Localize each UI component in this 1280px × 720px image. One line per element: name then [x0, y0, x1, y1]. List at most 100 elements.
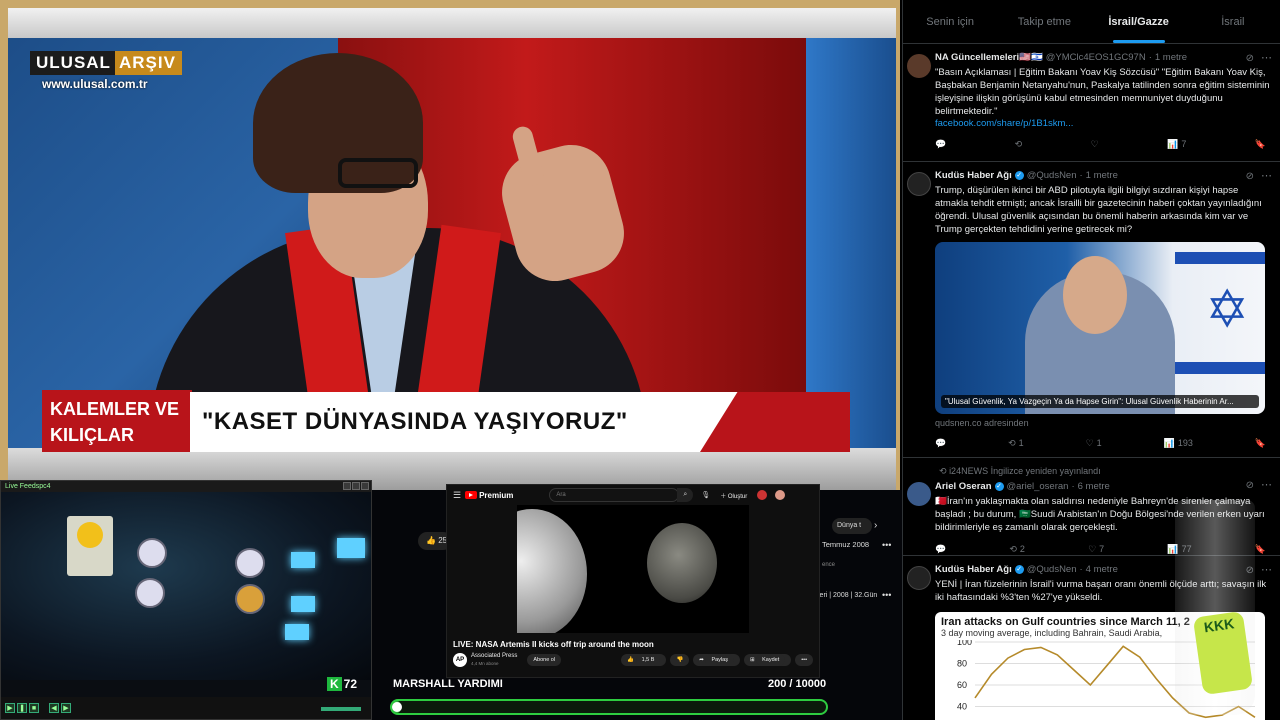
stop-icon[interactable]: ■ — [29, 703, 39, 713]
like-button[interactable]: ♡ — [1091, 139, 1099, 150]
dislike-button[interactable]: 👎 — [670, 654, 690, 666]
views-button[interactable]: 📊 193 — [1164, 438, 1193, 449]
more-options-icon[interactable]: ••• — [882, 540, 891, 550]
share-button[interactable]: ➦ Paylaş — [693, 654, 740, 666]
tweet-header: Ariel Oseran ✓ @ariel_oseran · 6 metre — [935, 481, 1270, 492]
mission-patch — [235, 548, 265, 578]
bookmark-button[interactable]: 🔖 — [1255, 139, 1266, 150]
video-title: LIVE: NASA Artemis II kicks off trip aro… — [453, 640, 654, 649]
like-count: 7 — [1099, 544, 1105, 554]
background-chip[interactable]: Dünya t — [832, 518, 872, 534]
account-avatar[interactable] — [775, 490, 786, 500]
minimize-icon[interactable] — [343, 482, 351, 490]
tweet-time[interactable]: 1 metre — [1155, 52, 1187, 63]
volume-slider[interactable] — [321, 707, 361, 711]
reply-button[interactable]: 💬 — [935, 544, 946, 555]
maximize-icon[interactable] — [352, 482, 360, 490]
avatar[interactable] — [907, 54, 931, 78]
search-icon[interactable]: ⌕ — [677, 488, 694, 502]
tweet-time[interactable]: 6 metre — [1078, 481, 1110, 492]
subscribe-button[interactable]: Abone ol — [527, 654, 562, 666]
views-count: 193 — [1177, 438, 1193, 448]
more-options-icon[interactable]: ⋯ — [1261, 51, 1272, 64]
tweet[interactable]: NA Güncellemeleri🇺🇸🇮🇱 @YMClc4EOS1GC97N ·… — [903, 44, 1280, 162]
tab-following[interactable]: Takip etme — [997, 0, 1091, 43]
retweet-button[interactable]: ⟲ 2 — [1009, 544, 1025, 555]
tweet-author-name[interactable]: NA Güncellemeleri🇺🇸🇮🇱 — [935, 52, 1043, 63]
grok-icon[interactable]: ⊘ — [1246, 171, 1254, 182]
media-source[interactable]: qudsnen.co adresinden — [935, 418, 1270, 428]
notifications-bell-icon[interactable] — [757, 490, 768, 500]
like-button[interactable]: ♡ 7 — [1088, 544, 1104, 555]
chevron-right-icon[interactable]: › — [874, 520, 877, 531]
goal-progress-marker — [392, 702, 402, 712]
monitor-screen — [291, 596, 315, 612]
tweet-header: NA Güncellemeleri🇺🇸🇮🇱 @YMClc4EOS1GC97N ·… — [935, 52, 1270, 63]
tweet-author-name[interactable]: Kudüs Haber Ağı — [935, 564, 1012, 575]
tweet-media-card[interactable]: ✡ "Ulusal Güvenlik, Ya Vazgeçin Ya da Ha… — [935, 242, 1265, 414]
tweet-author-name[interactable]: Ariel Oseran — [935, 481, 992, 492]
youtube-video-player[interactable] — [517, 505, 749, 633]
retweet-note-text[interactable]: i24NEWS İngilizce yeniden yayınlandı — [949, 466, 1101, 476]
tweet-author-handle[interactable]: @ariel_oseran — [1007, 481, 1069, 492]
close-icon[interactable] — [361, 482, 369, 490]
tweet-time-separator: · — [1079, 564, 1083, 575]
tweet-author-handle[interactable]: @QudsNen — [1027, 564, 1077, 575]
youtube-logo[interactable]: Premium — [465, 491, 513, 500]
tab-israel[interactable]: İsrail — [1186, 0, 1280, 43]
more-options-icon[interactable]: ⋯ — [1261, 563, 1272, 576]
tweet-time[interactable]: 1 metre — [1086, 170, 1118, 181]
retweet-button[interactable]: ⟲ — [1015, 139, 1023, 150]
menu-icon[interactable]: ☰ — [453, 490, 461, 501]
save-button[interactable]: ⊞ Kaydet — [743, 654, 792, 666]
like-button[interactable]: ♡ 1 — [1086, 438, 1102, 449]
more-options-icon[interactable]: ⋯ — [1261, 169, 1272, 182]
tweet-text: "Basın Açıklaması | Eğitim Bakanı Yoav K… — [935, 67, 1270, 117]
israel-flag-stripe — [1175, 362, 1265, 374]
bookmark-button[interactable]: 🔖 — [1255, 438, 1266, 449]
create-button[interactable]: ＋ Oluştur — [720, 491, 747, 500]
more-options-icon[interactable]: ••• — [882, 590, 891, 600]
youtube-search-input[interactable]: Ara — [549, 488, 680, 502]
more-options-icon[interactable]: ⋯ — [1261, 478, 1272, 491]
tweet-author-handle[interactable]: @QudsNen — [1027, 170, 1077, 181]
channel-avatar[interactable]: AP — [453, 653, 467, 667]
grok-icon[interactable]: ⊘ — [1246, 53, 1254, 64]
microphone-icon[interactable]: 🎙 — [701, 491, 710, 499]
emote-sticker: KKK — [1192, 610, 1254, 696]
avatar[interactable] — [907, 172, 931, 196]
program-name-label: KALEMLER VE KILIÇLAR — [42, 390, 192, 452]
pause-icon[interactable]: ❚ — [17, 703, 27, 713]
goal-label: MARSHALL YARDIMI — [393, 678, 503, 690]
like-count: 1,5 B — [635, 654, 661, 666]
chart-ytick-label: 40 — [957, 702, 967, 712]
bookmark-button[interactable]: 🔖 — [1255, 544, 1266, 555]
channel-url: www.ulusal.com.tr — [42, 77, 148, 91]
views-button[interactable]: 📊 7 — [1167, 139, 1186, 150]
tweet-time[interactable]: 4 metre — [1086, 564, 1118, 575]
heart-icon: ♡ — [1085, 437, 1094, 448]
tweet[interactable]: Kudüs Haber Ağı ✓ @QudsNen · 1 metre ⊘ ⋯… — [903, 162, 1280, 458]
reply-button[interactable]: 💬 — [935, 438, 946, 449]
avatar[interactable] — [907, 566, 931, 590]
next-icon[interactable]: ▶ — [61, 703, 71, 713]
grok-icon[interactable]: ⊘ — [1246, 480, 1254, 491]
tweet-author-handle[interactable]: @YMClc4EOS1GC97N — [1046, 52, 1146, 63]
tweet-header: Kudüs Haber Ağı ✓ @QudsNen · 1 metre — [935, 170, 1270, 181]
channel-info[interactable]: Associated Press 4,4 Mn abone — [471, 653, 517, 667]
play-icon[interactable]: ▶ — [5, 703, 15, 713]
tab-for-you[interactable]: Senin için — [903, 0, 997, 43]
media-caption: "Ulusal Güvenlik, Ya Vazgeçin Ya da Haps… — [941, 395, 1259, 408]
more-options-icon[interactable]: ••• — [795, 654, 813, 666]
monitor-screen — [285, 624, 309, 640]
tweet-author-name[interactable]: Kudüs Haber Ağı — [935, 170, 1012, 181]
mission-patch — [137, 538, 167, 568]
avatar[interactable] — [907, 482, 931, 506]
like-button[interactable]: 👍 1,5 B — [621, 654, 667, 666]
tab-israel-gaza[interactable]: İsrail/Gazze — [1092, 0, 1186, 43]
tweet-link[interactable]: facebook.com/share/p/1B1skm... — [935, 118, 1270, 129]
previous-icon[interactable]: ◀ — [49, 703, 59, 713]
reply-button[interactable]: 💬 — [935, 139, 946, 150]
retweet-icon: ⟲ — [1014, 138, 1023, 149]
retweet-button[interactable]: ⟲ 1 — [1008, 438, 1024, 449]
